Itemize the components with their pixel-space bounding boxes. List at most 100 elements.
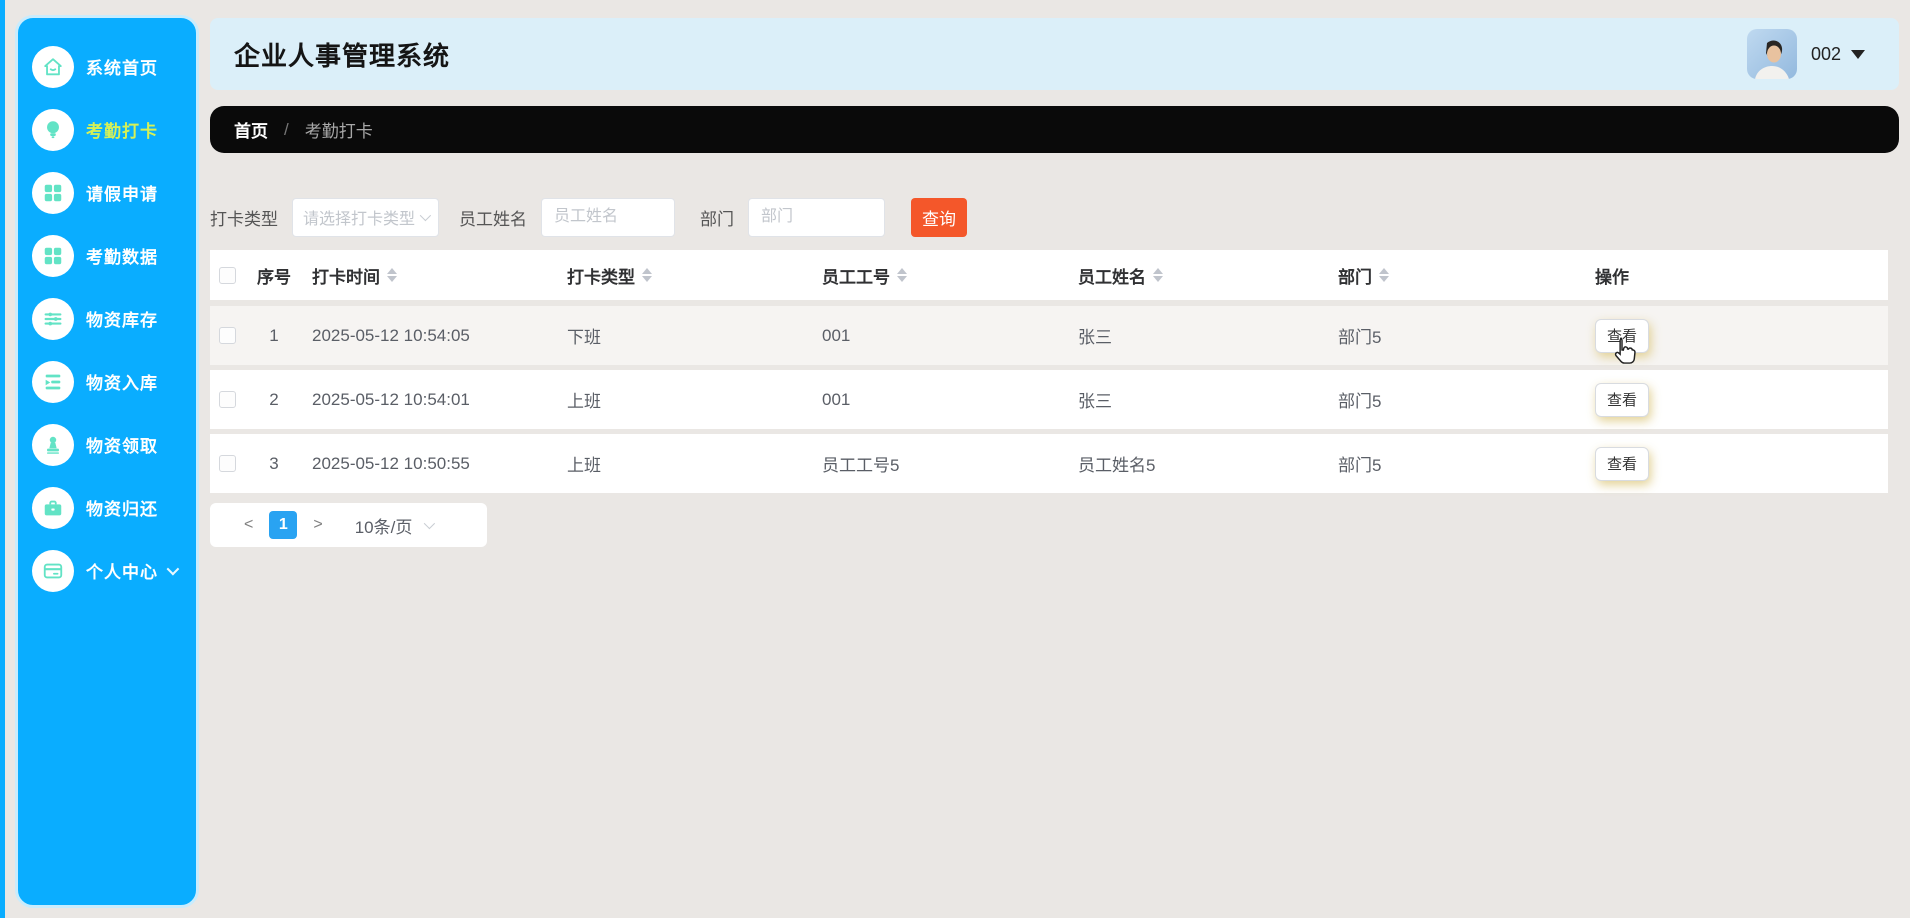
sort-icon[interactable]: [642, 268, 652, 282]
briefcase-icon: [32, 486, 74, 529]
sidebar-item-attendance-data[interactable]: 考勤数据: [18, 224, 196, 287]
sidebar-item-label: 个人中心: [86, 563, 158, 582]
prev-page-button[interactable]: <: [244, 516, 253, 534]
page-size-select[interactable]: 10条/页: [354, 513, 436, 538]
main-content: 企业人事管理系统 002 首页 / 考勤打卡 打卡类型 请选择打卡类型 员工姓名…: [210, 0, 1899, 547]
user-menu[interactable]: 002: [1746, 29, 1865, 79]
sidebar-item-inbound[interactable]: 物资入库: [18, 350, 196, 413]
breadcrumb: 首页 / 考勤打卡: [210, 106, 1899, 153]
row-emp-id: 001: [822, 325, 851, 345]
col-emp-name[interactable]: 员工姓名: [1066, 263, 1326, 288]
row-index: 1: [269, 325, 279, 345]
left-edge-strip: [0, 0, 5, 918]
col-dept[interactable]: 部门: [1326, 263, 1583, 288]
sidebar-item-label: 物资领取: [86, 437, 158, 456]
row-dept: 部门5: [1338, 392, 1382, 411]
caret-down-icon: [1851, 49, 1865, 59]
department-input[interactable]: [748, 197, 885, 237]
pagination: < 1 > 10条/页: [210, 503, 487, 547]
sidebar-item-checkin[interactable]: 考勤打卡: [18, 98, 196, 161]
col-index: 序号: [257, 267, 291, 287]
row-checkbox[interactable]: [219, 327, 236, 344]
row-checkbox[interactable]: [219, 391, 236, 408]
card-icon: [32, 549, 74, 592]
page-number-active[interactable]: 1: [269, 511, 298, 539]
breadcrumb-home[interactable]: 首页: [234, 117, 268, 142]
breadcrumb-current: 考勤打卡: [304, 122, 373, 141]
view-button[interactable]: 查看: [1595, 318, 1650, 353]
header: 企业人事管理系统 002: [210, 18, 1899, 90]
row-emp-id: 员工工号5: [822, 456, 900, 475]
row-type: 上班: [567, 456, 601, 475]
sidebar-item-label: 考勤数据: [86, 248, 158, 267]
row-time: 2025-05-12 10:50:55: [312, 453, 470, 473]
col-time[interactable]: 打卡时间: [300, 263, 555, 288]
checkin-type-select[interactable]: 请选择打卡类型: [292, 197, 439, 237]
page-size-label: 10条/页: [354, 517, 413, 537]
row-emp-name: 员工姓名5: [1078, 456, 1156, 475]
row-checkbox[interactable]: [219, 455, 236, 472]
sidebar-item-return[interactable]: 物资归还: [18, 476, 196, 539]
search-button[interactable]: 查询: [911, 197, 967, 237]
attendance-table: 序号 打卡时间 打卡类型 员工工号 员工姓名 部门 操作 1 2025-05-1…: [210, 250, 1888, 493]
sidebar-item-inventory[interactable]: 物资库存: [18, 287, 196, 350]
table-header-row: 序号 打卡时间 打卡类型 员工工号 员工姓名 部门 操作: [210, 250, 1888, 300]
sidebar-item-collect[interactable]: 物资领取: [18, 413, 196, 476]
view-button[interactable]: 查看: [1595, 382, 1650, 417]
col-emp-id[interactable]: 员工工号: [810, 263, 1066, 288]
department-label: 部门: [700, 209, 734, 229]
sidebar-item-home[interactable]: 系统首页: [18, 35, 196, 98]
breadcrumb-separator: /: [284, 119, 289, 139]
chevron-down-icon: [419, 209, 432, 222]
sidebar-item-label: 物资入库: [86, 374, 158, 393]
row-emp-id: 001: [822, 389, 851, 409]
filter-bar: 打卡类型 请选择打卡类型 员工姓名 部门 查询: [210, 197, 1899, 237]
select-all-checkbox[interactable]: [219, 266, 236, 284]
sort-icon[interactable]: [387, 268, 397, 282]
sidebar-item-label: 物资库存: [86, 311, 158, 330]
col-type[interactable]: 打卡类型: [555, 263, 810, 288]
chevron-down-icon: [424, 517, 436, 530]
row-emp-name: 张三: [1078, 392, 1112, 411]
table-row: 3 2025-05-12 10:50:55 上班 员工工号5 员工姓名5 部门5…: [210, 434, 1888, 493]
view-button[interactable]: 查看: [1595, 446, 1650, 481]
next-page-button[interactable]: >: [313, 516, 322, 534]
sort-icon[interactable]: [1379, 268, 1389, 282]
avatar[interactable]: [1746, 29, 1797, 79]
sidebar: 系统首页 考勤打卡 请假申请 考勤数据 物资库存 物资入库 物资领取 物资归还 …: [15, 15, 199, 908]
row-type: 上班: [567, 392, 601, 411]
row-dept: 部门5: [1338, 456, 1382, 475]
list-icon: [32, 360, 74, 403]
table-row: 2 2025-05-12 10:54:01 上班 001 张三 部门5 查看: [210, 370, 1888, 429]
row-dept: 部门5: [1338, 328, 1382, 347]
chevron-down-icon: [166, 562, 180, 576]
sidebar-item-label: 系统首页: [86, 59, 158, 78]
select-placeholder: 请选择打卡类型: [303, 211, 416, 228]
table-row: 1 2025-05-12 10:54:05 下班 001 张三 部门5 查看: [210, 306, 1888, 365]
username-label: 002: [1810, 43, 1841, 64]
sliders-icon: [32, 297, 74, 340]
row-time: 2025-05-12 10:54:05: [312, 325, 470, 345]
row-emp-name: 张三: [1078, 328, 1112, 347]
stamp-icon: [32, 423, 74, 466]
page-title: 企业人事管理系统: [234, 40, 451, 71]
row-index: 3: [269, 453, 279, 473]
grid-icon: [32, 171, 74, 214]
bulb-icon: [32, 108, 74, 151]
sidebar-item-label: 请假申请: [86, 185, 158, 204]
row-time: 2025-05-12 10:54:01: [312, 389, 470, 409]
sidebar-item-leave[interactable]: 请假申请: [18, 161, 196, 224]
checkin-type-label: 打卡类型: [210, 209, 278, 229]
row-type: 下班: [567, 328, 601, 347]
home-icon: [32, 45, 74, 88]
row-index: 2: [269, 389, 279, 409]
sort-icon[interactable]: [1153, 268, 1163, 282]
employee-name-input[interactable]: [541, 197, 675, 237]
grid-icon: [32, 234, 74, 277]
sidebar-item-profile[interactable]: 个人中心: [18, 539, 196, 602]
sidebar-item-label: 考勤打卡: [86, 122, 158, 141]
sidebar-item-label: 物资归还: [86, 500, 158, 519]
sort-icon[interactable]: [897, 268, 907, 282]
employee-name-label: 员工姓名: [459, 209, 527, 229]
col-action: 操作: [1595, 267, 1629, 287]
